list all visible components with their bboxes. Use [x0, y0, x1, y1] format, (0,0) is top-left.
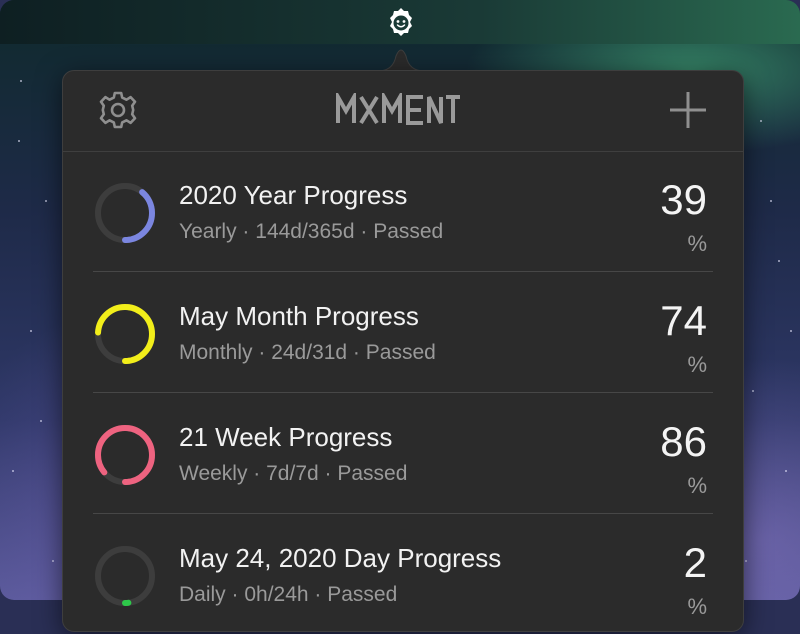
star-dot: [760, 120, 762, 122]
month-progress-ring: [95, 304, 155, 364]
progress-subtitle: Monthly · 24d/31d · Passed: [179, 341, 436, 364]
progress-row-month[interactable]: May Month Progress Monthly · 24d/31d · P…: [93, 272, 713, 393]
progress-title: 2020 Year Progress: [179, 180, 408, 210]
star-dot: [52, 560, 54, 562]
progress-list: 2020 Year Progress Yearly · 144d/365d · …: [93, 151, 713, 634]
star-dot: [45, 200, 47, 202]
star-dot: [12, 470, 14, 472]
menu-bar: [0, 0, 800, 44]
progress-unit: %: [687, 231, 707, 256]
progress-subtitle: Yearly · 144d/365d · Passed: [179, 220, 444, 243]
popover-arrow: [378, 49, 424, 72]
moment-face-icon[interactable]: [385, 6, 417, 38]
star-dot: [790, 330, 792, 332]
plus-icon[interactable]: [667, 89, 709, 131]
day-progress-ring: [95, 546, 155, 606]
progress-row-year[interactable]: 2020 Year Progress Yearly · 144d/365d · …: [93, 151, 713, 272]
star-dot: [40, 420, 42, 422]
gear-icon[interactable]: [97, 89, 139, 131]
star-dot: [770, 200, 772, 202]
progress-value: 86: [660, 418, 707, 465]
progress-value: 2: [683, 539, 707, 586]
progress-unit: %: [687, 352, 707, 377]
progress-row-day[interactable]: May 24, 2020 Day Progress Daily · 0h/24h…: [93, 514, 713, 634]
star-dot: [20, 80, 22, 82]
star-dot: [30, 330, 32, 332]
ring-track: [95, 546, 155, 606]
popover-header: [63, 71, 743, 152]
star-dot: [745, 560, 747, 562]
progress-title: May Month Progress: [179, 301, 419, 331]
star-dot: [752, 390, 754, 392]
progress-subtitle: Daily · 0h/24h · Passed: [179, 583, 398, 606]
progress-subtitle: Weekly · 7d/7d · Passed: [179, 462, 408, 485]
week-progress-ring: [95, 425, 155, 485]
progress-row-week[interactable]: 21 Week Progress Weekly · 7d/7d · Passed…: [93, 393, 713, 514]
year-progress-ring: [95, 183, 155, 243]
progress-unit: %: [687, 473, 707, 498]
progress-unit: %: [687, 594, 707, 619]
moment-popover: 2020 Year Progress Yearly · 144d/365d · …: [62, 70, 744, 632]
app-logo: [336, 93, 460, 125]
star-dot: [18, 140, 20, 142]
progress-title: May 24, 2020 Day Progress: [179, 543, 502, 573]
progress-value: 39: [660, 176, 707, 223]
progress-value: 74: [660, 297, 707, 344]
ring-progress-arc: [95, 425, 155, 485]
star-dot: [778, 260, 780, 262]
progress-title: 21 Week Progress: [179, 422, 393, 452]
star-dot: [785, 470, 787, 472]
